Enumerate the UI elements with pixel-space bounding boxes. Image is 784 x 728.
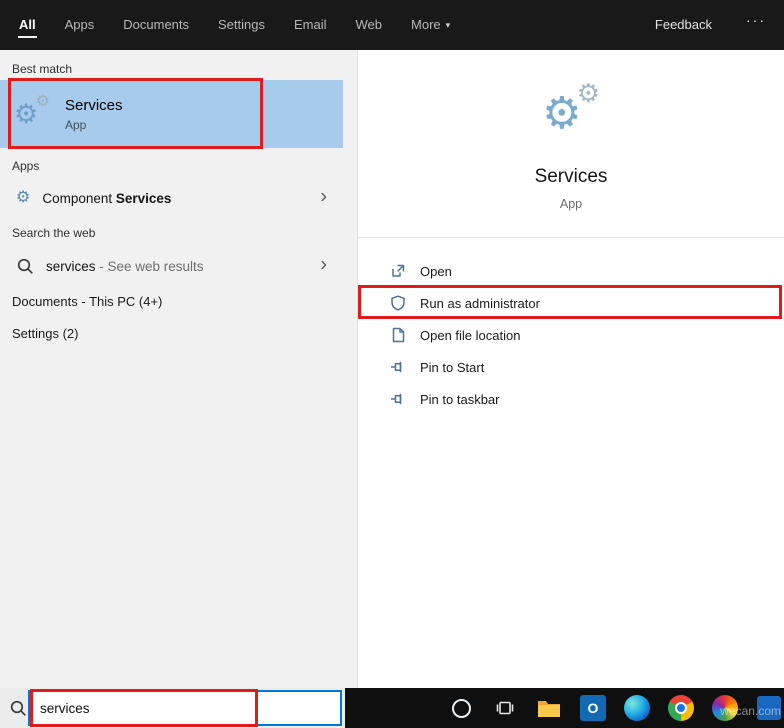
action-label: Open xyxy=(420,263,452,279)
best-match-title: Services xyxy=(65,96,123,114)
action-label: Run as administrator xyxy=(420,295,540,311)
chrome-icon[interactable] xyxy=(666,693,696,723)
gear-icon: ⚙ xyxy=(14,99,39,129)
edge-icon[interactable] xyxy=(622,693,652,723)
feedback-button[interactable]: Feedback xyxy=(655,17,712,32)
search-filter-tabs: All Apps Documents Settings Email Web Mo… xyxy=(18,0,451,38)
search-results-panel: Best match ⚙ ⚙ Services App Apps ⚙ Compo… xyxy=(0,50,357,688)
gear-icon: ⚙ xyxy=(542,89,582,138)
result-label: Component Services xyxy=(42,190,172,206)
action-open[interactable]: Open xyxy=(358,255,784,287)
search-icon xyxy=(10,700,26,716)
watermark: wecan.com xyxy=(720,704,781,718)
tab-all[interactable]: All xyxy=(18,12,37,38)
best-match-text: Services App xyxy=(65,97,123,132)
documents-category-header[interactable]: Documents - This PC (4+) xyxy=(12,294,162,309)
action-run-as-administrator[interactable]: Run as administrator xyxy=(358,287,784,319)
action-pin-to-taskbar[interactable]: Pin to taskbar xyxy=(358,383,784,415)
best-match-header: Best match xyxy=(12,62,73,76)
file-explorer-icon[interactable] xyxy=(534,693,564,723)
chevron-down-icon: ▾ xyxy=(445,20,451,30)
detail-app-subtitle: App xyxy=(559,197,583,211)
result-detail-panel: ⚙ ⚙ Services App Open Run as administrat… xyxy=(357,50,784,688)
file-location-icon xyxy=(392,327,405,343)
action-open-file-location[interactable]: Open file location xyxy=(358,319,784,351)
tab-settings[interactable]: Settings xyxy=(217,12,266,38)
search-filter-bar: All Apps Documents Settings Email Web Mo… xyxy=(0,0,784,50)
pin-icon xyxy=(391,393,402,405)
gear-icon: ⚙ xyxy=(576,78,600,108)
gear-icon: ⚙ xyxy=(16,189,31,206)
open-icon xyxy=(392,264,405,277)
tab-apps[interactable]: Apps xyxy=(64,12,96,38)
settings-category-header[interactable]: Settings (2) xyxy=(12,326,78,341)
web-section-header: Search the web xyxy=(12,226,96,240)
tab-web[interactable]: Web xyxy=(355,12,384,38)
outlook-icon[interactable]: O xyxy=(578,693,608,723)
services-app-icon-large: ⚙ ⚙ xyxy=(540,78,602,140)
result-web-search[interactable]: services - See web results › xyxy=(0,248,343,284)
best-match-result-services[interactable]: ⚙ ⚙ Services App xyxy=(0,80,343,148)
services-app-icon: ⚙ ⚙ xyxy=(14,93,50,131)
tab-more-label: More xyxy=(411,17,441,32)
divider xyxy=(358,237,784,238)
topbar-right: Feedback ··· xyxy=(655,0,766,32)
taskbar: O wecan.com xyxy=(0,688,784,728)
action-list: Open Run as administrator Open file loca… xyxy=(358,255,784,415)
chevron-right-icon: › xyxy=(320,185,327,208)
task-view-icon[interactable] xyxy=(490,693,520,723)
gear-icon: ⚙ xyxy=(35,93,50,110)
result-label: services - See web results xyxy=(46,258,204,274)
result-component-services[interactable]: ⚙ Component Services › xyxy=(0,180,343,216)
action-label: Open file location xyxy=(420,327,521,343)
best-match-subtitle: App xyxy=(65,117,87,132)
search-input[interactable] xyxy=(28,690,342,726)
apps-section-header: Apps xyxy=(12,159,40,173)
cortana-icon[interactable] xyxy=(446,693,476,723)
detail-app-title: Services xyxy=(534,166,608,187)
chevron-right-icon: › xyxy=(320,253,327,276)
search-icon xyxy=(17,258,33,274)
taskbar-search-area xyxy=(0,688,345,728)
more-options-icon[interactable]: ··· xyxy=(746,12,766,32)
windows-search-flyout: All Apps Documents Settings Email Web Mo… xyxy=(0,0,784,728)
pin-icon xyxy=(391,361,402,373)
tab-documents[interactable]: Documents xyxy=(122,12,190,38)
tab-email[interactable]: Email xyxy=(293,12,328,38)
action-pin-to-start[interactable]: Pin to Start xyxy=(358,351,784,383)
tab-more[interactable]: More ▾ xyxy=(410,12,451,38)
action-label: Pin to Start xyxy=(420,359,485,375)
action-label: Pin to taskbar xyxy=(420,391,500,407)
admin-shield-icon xyxy=(391,295,405,311)
